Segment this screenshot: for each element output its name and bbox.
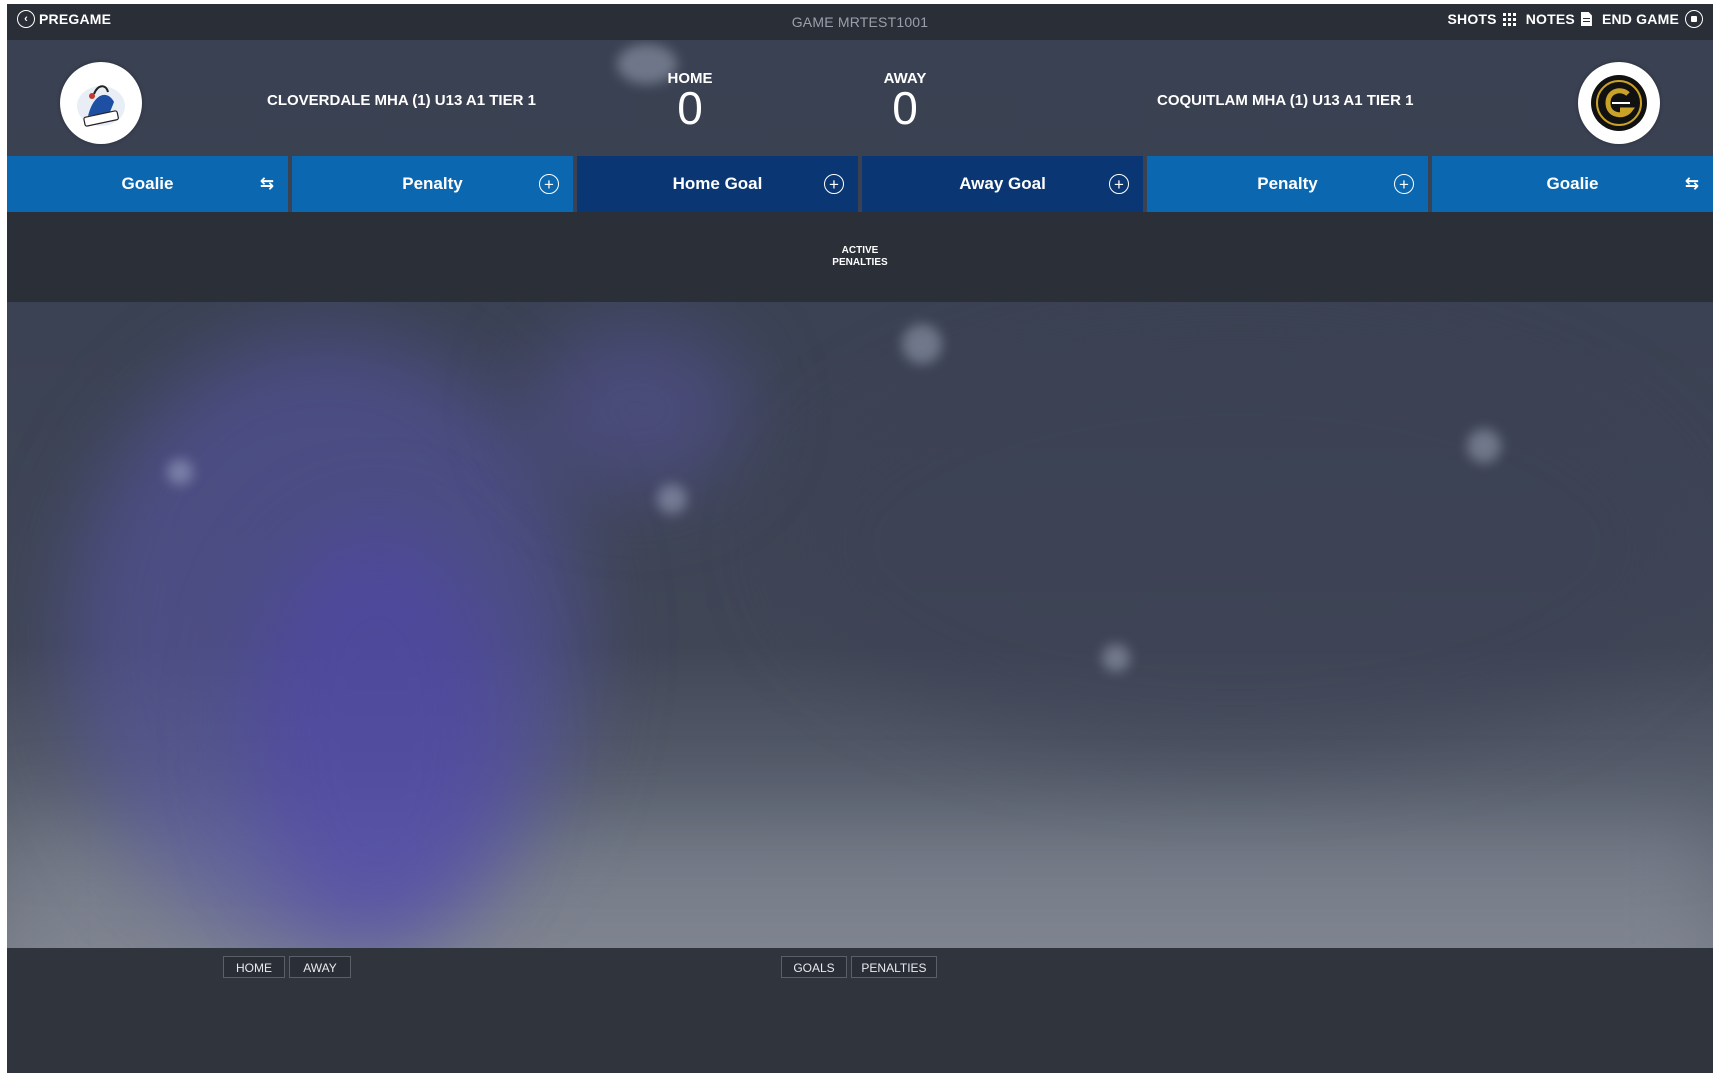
away-penalty-button[interactable]: Penalty +	[1147, 156, 1428, 212]
background-blur	[787, 334, 1687, 754]
away-team-logo	[1578, 62, 1660, 144]
swap-icon: ⇆	[259, 174, 274, 193]
plus-circle-icon: +	[1109, 174, 1129, 194]
home-penalty-button[interactable]: Penalty +	[292, 156, 573, 212]
background-light	[902, 324, 942, 364]
coquitlam-logo-icon	[1591, 75, 1647, 131]
tab-away[interactable]: AWAY	[289, 956, 351, 978]
score-header: CLOVERDALE MHA (1) U13 A1 TIER 1 HOME 0 …	[7, 40, 1713, 156]
away-goal-button[interactable]: Away Goal +	[862, 156, 1143, 212]
home-goalie-button[interactable]: Goalie ⇆	[7, 156, 288, 212]
away-score-value: 0	[892, 82, 918, 134]
swap-icon: ⇆	[1684, 174, 1699, 193]
top-bar: ‹ PREGAME GAME MRTEST1001 SHOTS NOTES EN…	[7, 4, 1713, 40]
active-penalties-heading: ACTIVE PENALTIES	[832, 245, 887, 269]
top-actions: SHOTS NOTES END GAME	[1447, 10, 1703, 28]
home-goal-button[interactable]: Home Goal +	[577, 156, 858, 212]
notes-button[interactable]: NOTES	[1526, 11, 1575, 27]
background-player-legs	[247, 524, 507, 944]
away-score: AWAY 0	[865, 70, 945, 131]
document-icon	[1580, 12, 1592, 26]
away-goalie-label: Goalie	[1546, 174, 1599, 193]
away-team-name: COQUITLAM MHA (1) U13 A1 TIER 1	[1157, 92, 1414, 109]
home-team-name: CLOVERDALE MHA (1) U13 A1 TIER 1	[267, 92, 536, 109]
home-team-logo	[60, 62, 142, 144]
footer-tabs: HOME AWAY GOALS PENALTIES	[7, 948, 1713, 1073]
plus-circle-icon: +	[824, 174, 844, 194]
scoresheet-app: ‹ PREGAME GAME MRTEST1001 SHOTS NOTES EN…	[7, 4, 1713, 1073]
away-goalie-button[interactable]: Goalie ⇆	[1432, 156, 1713, 212]
background-light	[1102, 644, 1130, 672]
tab-home[interactable]: HOME	[223, 956, 285, 978]
action-bar: Goalie ⇆ Penalty + Home Goal + Away Goal…	[7, 156, 1713, 212]
grid-dots-icon	[1502, 12, 1516, 26]
tab-goals[interactable]: GOALS	[781, 956, 847, 978]
home-score: HOME 0	[650, 70, 730, 131]
background-light	[1467, 429, 1501, 463]
tab-penalties[interactable]: PENALTIES	[851, 956, 937, 978]
active-penalties-line2: PENALTIES	[832, 257, 888, 268]
background-light	[167, 459, 193, 485]
colts-logo-icon	[77, 85, 125, 127]
pregame-label: PREGAME	[39, 11, 112, 27]
plus-circle-icon: +	[1394, 174, 1414, 194]
home-score-value: 0	[677, 82, 703, 134]
plus-circle-icon: +	[539, 174, 559, 194]
home-penalty-label: Penalty	[402, 174, 463, 193]
stop-icon	[1685, 10, 1703, 28]
background-player-arm	[527, 324, 747, 494]
end-game-button[interactable]: END GAME	[1602, 11, 1679, 27]
background-light	[657, 484, 687, 514]
pregame-button[interactable]: ‹ PREGAME	[17, 10, 111, 28]
away-goal-label: Away Goal	[959, 174, 1046, 193]
shots-button[interactable]: SHOTS	[1447, 11, 1496, 27]
home-goalie-label: Goalie	[121, 174, 174, 193]
active-penalties-line1: ACTIVE	[841, 245, 879, 256]
chevron-left-icon: ‹	[17, 10, 35, 28]
active-penalties-panel: ACTIVE PENALTIES	[7, 212, 1713, 302]
away-penalty-label: Penalty	[1257, 174, 1318, 193]
home-goal-label: Home Goal	[672, 174, 763, 193]
